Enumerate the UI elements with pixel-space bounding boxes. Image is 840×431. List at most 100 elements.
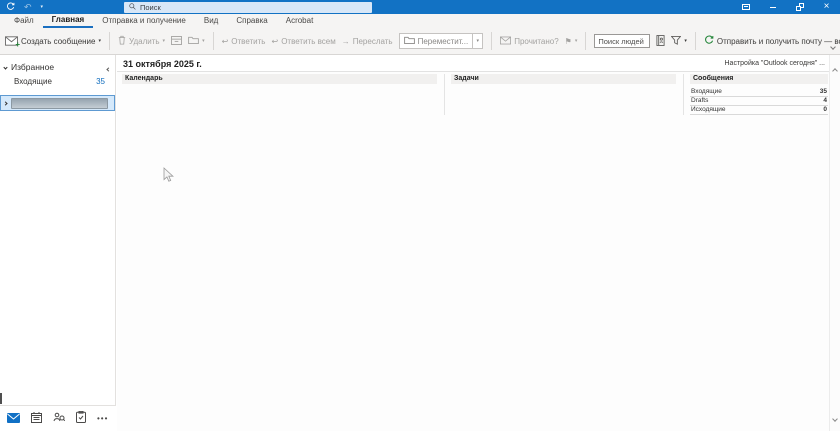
tasks-section: Задачи bbox=[451, 74, 676, 84]
scroll-down-arrow[interactable] bbox=[832, 408, 838, 426]
folder-icon bbox=[188, 36, 199, 46]
tasks-nav-button[interactable] bbox=[76, 410, 86, 428]
message-folder-row[interactable]: Исходящие 0 bbox=[690, 106, 828, 115]
scroll-up-arrow[interactable] bbox=[832, 60, 838, 78]
folder-link[interactable]: Входящие bbox=[691, 88, 722, 96]
archive-icon bbox=[171, 35, 182, 47]
ribbon-display-options-button[interactable] bbox=[732, 0, 759, 14]
chevron-right-icon bbox=[3, 100, 8, 106]
minimize-button[interactable] bbox=[759, 0, 786, 14]
divider bbox=[683, 74, 684, 115]
favorites-header[interactable]: Избранное bbox=[3, 62, 54, 72]
delete-button[interactable]: Удалить ▾ bbox=[118, 35, 165, 47]
folder-count: 35 bbox=[819, 88, 827, 95]
sidebar-item-inbox[interactable]: Входящие 35 bbox=[14, 77, 105, 86]
navigation-bar: ••• bbox=[0, 405, 116, 431]
move-dropdown-button[interactable]: ▾ bbox=[472, 33, 482, 49]
flag-icon: ⚑ bbox=[564, 36, 572, 46]
divider bbox=[109, 32, 110, 50]
address-book-button[interactable] bbox=[656, 34, 665, 48]
divider bbox=[491, 32, 493, 50]
search-people-input[interactable] bbox=[594, 34, 651, 48]
sidebar-item-account[interactable] bbox=[0, 95, 115, 111]
inbox-label: Входящие bbox=[14, 77, 52, 86]
search-input[interactable]: Поиск bbox=[124, 2, 372, 13]
tasks-section-header: Задачи bbox=[451, 74, 676, 84]
divider bbox=[694, 32, 696, 50]
folder-pane: Избранное Входящие 35 bbox=[0, 55, 116, 405]
read-unread-button[interactable]: Прочитано? bbox=[500, 36, 559, 47]
people-nav-button[interactable] bbox=[53, 410, 66, 428]
chevron-down-icon bbox=[832, 416, 838, 422]
tab-home[interactable]: Главная bbox=[42, 14, 94, 28]
mouse-cursor bbox=[163, 167, 174, 188]
ribbon-display-options-icon bbox=[741, 4, 750, 10]
chevron-down-icon bbox=[3, 64, 8, 70]
chevron-up-icon bbox=[832, 68, 838, 74]
close-button[interactable]: × bbox=[813, 0, 840, 14]
trash-icon bbox=[118, 35, 126, 47]
tab-view[interactable]: Вид bbox=[195, 14, 227, 28]
folder-link[interactable]: Drafts bbox=[691, 97, 708, 105]
new-email-icon: + bbox=[5, 36, 20, 49]
calendar-icon bbox=[31, 410, 42, 427]
restore-button[interactable] bbox=[786, 0, 813, 14]
follow-up-flag-button[interactable]: ⚑ ▾ bbox=[565, 37, 578, 46]
message-folder-row[interactable]: Входящие 35 bbox=[690, 88, 828, 97]
calendar-section: Календарь bbox=[122, 74, 437, 84]
customize-qat-icon[interactable]: ▾ bbox=[41, 0, 44, 14]
more-nav-button[interactable]: ••• bbox=[97, 414, 108, 423]
chevron-down-icon: ▾ bbox=[476, 37, 479, 44]
ellipsis-icon: ••• bbox=[97, 414, 109, 423]
tasks-icon bbox=[76, 410, 86, 427]
tab-send-receive[interactable]: Отправка и получение bbox=[93, 14, 195, 28]
folder-count: 4 bbox=[823, 97, 827, 104]
outlook-today-view: 31 октября 2025 г. Настройка "Outlook се… bbox=[117, 55, 840, 431]
ribbon-tabs: Файл Главная Отправка и получение Вид Сп… bbox=[0, 14, 840, 28]
customize-outlook-today-link[interactable]: Настройка "Outlook сегодня" ... bbox=[725, 60, 826, 67]
tab-help[interactable]: Справка bbox=[227, 14, 276, 28]
filter-email-button[interactable]: ▾ bbox=[670, 35, 687, 47]
reply-all-icon: ↩ bbox=[271, 36, 279, 46]
chevron-down-icon: ▾ bbox=[202, 37, 205, 44]
messages-section-header: Сообщения bbox=[690, 74, 828, 84]
message-folder-row[interactable]: Drafts 4 bbox=[690, 97, 828, 106]
reply-button[interactable]: ↩ Ответить bbox=[222, 37, 266, 46]
filter-funnel-icon bbox=[670, 35, 682, 47]
messages-rows: Входящие 35 Drafts 4 Исходящие 0 bbox=[690, 88, 828, 115]
ribbon-commands: + Создать сообщение ▾ Удалить ▾ ▾ ↩ Отве… bbox=[0, 28, 840, 55]
envelope-open-icon bbox=[500, 36, 512, 47]
reply-all-button[interactable]: ↩ Ответить всем bbox=[271, 37, 335, 46]
tab-acrobat[interactable]: Acrobat bbox=[277, 14, 323, 28]
move-split-button[interactable]: Переместит... ▾ bbox=[398, 33, 484, 49]
search-placeholder: Поиск bbox=[140, 3, 161, 12]
today-date: 31 октября 2025 г. bbox=[123, 59, 202, 69]
archive-button[interactable] bbox=[171, 35, 182, 47]
reply-icon: ↩ bbox=[221, 36, 229, 46]
folder-pane-scrollbar-thumb[interactable] bbox=[0, 393, 2, 404]
people-search-icon bbox=[53, 410, 66, 427]
forward-button[interactable]: → Переслать bbox=[342, 37, 393, 46]
today-header: 31 октября 2025 г. Настройка "Outlook се… bbox=[117, 55, 829, 72]
title-bar: ↶ ▾ Поиск × bbox=[0, 0, 840, 14]
mail-nav-button[interactable] bbox=[7, 410, 20, 428]
sync-icon bbox=[704, 35, 714, 47]
minimize-folder-pane-button[interactable] bbox=[106, 58, 111, 76]
new-email-button[interactable]: + Создать сообщение ▾ bbox=[5, 36, 101, 49]
move-folder-icon bbox=[403, 36, 415, 46]
quick-access-toolbar: ↶ ▾ bbox=[6, 0, 43, 14]
tab-file[interactable]: Файл bbox=[5, 14, 43, 28]
send-receive-all-button[interactable]: Отправить и получить почту — все папки bbox=[704, 35, 840, 47]
inbox-unread-count: 35 bbox=[96, 77, 105, 86]
chevron-down-icon: ▾ bbox=[574, 37, 578, 44]
rules-folder-button[interactable]: ▾ bbox=[188, 36, 205, 46]
calendar-nav-button[interactable] bbox=[31, 410, 42, 428]
restore-icon bbox=[795, 3, 804, 11]
undo-icon[interactable]: ↶ bbox=[24, 0, 32, 14]
window-controls: × bbox=[732, 0, 840, 14]
folder-link[interactable]: Исходящие bbox=[691, 106, 725, 114]
chevron-left-icon bbox=[106, 67, 111, 72]
account-name-redacted bbox=[11, 97, 108, 109]
main-scrollbar[interactable] bbox=[829, 55, 840, 431]
collapse-ribbon-button[interactable] bbox=[830, 42, 836, 51]
